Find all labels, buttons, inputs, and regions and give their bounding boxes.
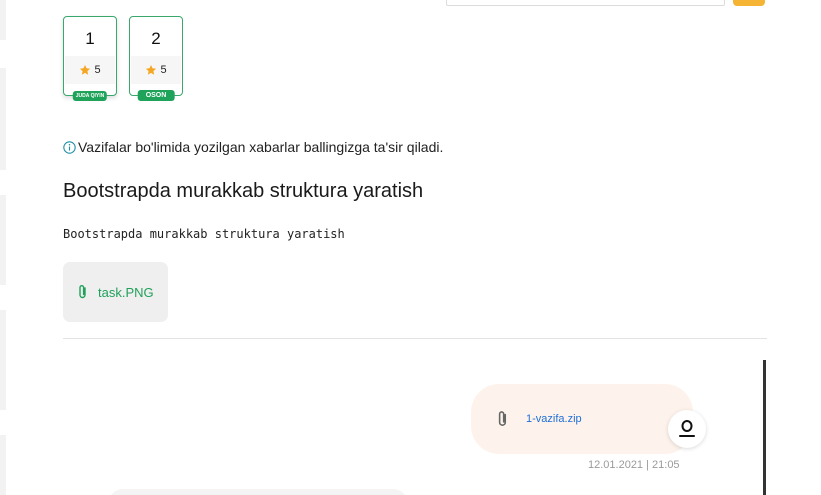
score-value: 5 (160, 64, 167, 76)
page: 1 5 JUDA QIYIN 2 5 OSON Vazifalar bo'lim… (0, 0, 821, 495)
attachment-name: task.PNG (98, 284, 154, 300)
task-attachment[interactable]: task.PNG (63, 262, 168, 322)
search-button[interactable] (733, 0, 765, 6)
message-file-link[interactable]: 1-vazifa.zip (526, 413, 582, 425)
info-icon (63, 140, 76, 154)
task-score: 5 (65, 56, 115, 84)
task-score: 5 (131, 56, 181, 84)
left-edge-strip (0, 310, 6, 410)
paperclip-icon (498, 411, 507, 426)
star-icon (146, 65, 157, 75)
info-text: Vazifalar bo'limida yozilgan xabarlar ba… (78, 139, 444, 155)
task-description: Bootstrapda murakkab struktura yaratish (63, 227, 345, 241)
left-edge-strip (0, 195, 6, 285)
search-input[interactable] (446, 0, 725, 6)
chat-scrollbar[interactable] (763, 360, 766, 495)
task-number: 1 (85, 29, 95, 48)
difficulty-badge: OSON (137, 90, 175, 101)
message-timestamp: 12.01.2021 | 21:05 (588, 459, 680, 471)
left-edge-strip (0, 68, 6, 170)
star-icon (80, 65, 91, 75)
avatar (668, 410, 706, 448)
user-avatar-icon (679, 420, 695, 437)
chat-message-bubble: 1-vazifa.zip (471, 384, 693, 454)
task-title: Bootstrapda murakkab struktura yaratish (63, 180, 424, 202)
task-number: 2 (151, 29, 161, 48)
left-edge-strip (0, 0, 6, 40)
chat-message-bubble (108, 489, 408, 495)
left-edge-strip (0, 435, 6, 495)
paperclip-icon (79, 285, 86, 299)
difficulty-badge: JUDA QIYIN (72, 91, 108, 101)
score-value: 5 (94, 64, 101, 76)
divider (63, 338, 767, 339)
task-card-2[interactable]: 2 5 OSON (129, 16, 183, 101)
task-card-1[interactable]: 1 5 JUDA QIYIN (63, 16, 117, 101)
info-notice: Vazifalar bo'limida yozilgan xabarlar ba… (63, 139, 443, 155)
